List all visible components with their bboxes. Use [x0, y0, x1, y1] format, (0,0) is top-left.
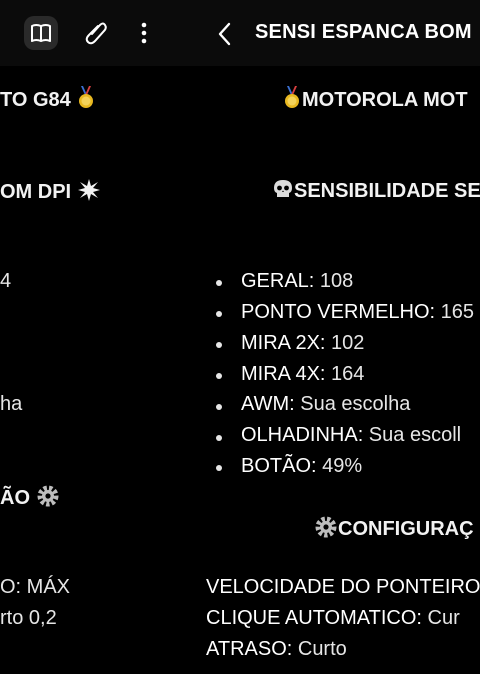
right-heading-device: MOTOROLA MOT — [282, 86, 468, 112]
list-item-awm: AWM: Sua escolha — [241, 393, 411, 415]
bullet — [216, 280, 222, 286]
bullet — [216, 342, 222, 348]
config-clique-automatico: CLIQUE AUTOMATICO: Cur — [206, 607, 460, 629]
gear-icon — [314, 515, 338, 545]
left-value-1: 4 — [0, 270, 12, 292]
list-item-botao: BOTÃO: 49% — [241, 455, 363, 477]
list-item-mira-2x: MIRA 2X: 102 — [241, 332, 365, 354]
left-heading-dpi: OM DPI — [0, 178, 101, 208]
left-value-2: ha — [0, 393, 23, 415]
medal-icon — [76, 86, 96, 110]
bullet — [216, 465, 222, 471]
back-arrow-icon[interactable] — [210, 18, 238, 50]
left-heading-config: ÃO — [0, 484, 60, 514]
skull-icon — [272, 178, 294, 206]
list-item-ponto-vermelho: PONTO VERMELHO: 165 — [241, 301, 475, 323]
config-atraso: ATRASO: Curto — [206, 638, 347, 660]
list-item-geral: GERAL: 108 — [241, 270, 354, 292]
left-heading-device: TO G84 — [0, 86, 96, 112]
right-heading-config: CONFIGURAÇ — [314, 515, 474, 545]
burst-icon — [77, 178, 101, 208]
left-config-2: rto 0,2 — [0, 607, 57, 629]
bullet — [216, 435, 222, 441]
bullet — [216, 373, 222, 379]
bullet — [216, 311, 222, 317]
gear-icon — [36, 484, 60, 514]
bullet — [216, 404, 222, 410]
paperclip-icon[interactable] — [80, 16, 114, 50]
list-item-mira-4x: MIRA 4X: 164 — [241, 363, 365, 385]
page-title: SENSI ESPANCA BOM — [255, 21, 472, 43]
config-ponteiro: VELOCIDADE DO PONTEIRO — [206, 576, 480, 598]
top-toolbar: SENSI ESPANCA BOM — [0, 0, 480, 66]
medal-icon — [282, 86, 302, 110]
list-item-olhadinha: OLHADINHA: Sua escoll — [241, 424, 462, 446]
right-heading-sensitivity: SENSIBILIDADE SE — [272, 178, 480, 206]
book-icon[interactable] — [24, 16, 58, 50]
more-vert-icon[interactable] — [130, 16, 158, 50]
left-config-1: O: MÁX — [0, 576, 71, 598]
document-content: TO G84 OM DPI 4 ha ÃO O: MÁX rto 0,2 MOT… — [0, 66, 480, 674]
